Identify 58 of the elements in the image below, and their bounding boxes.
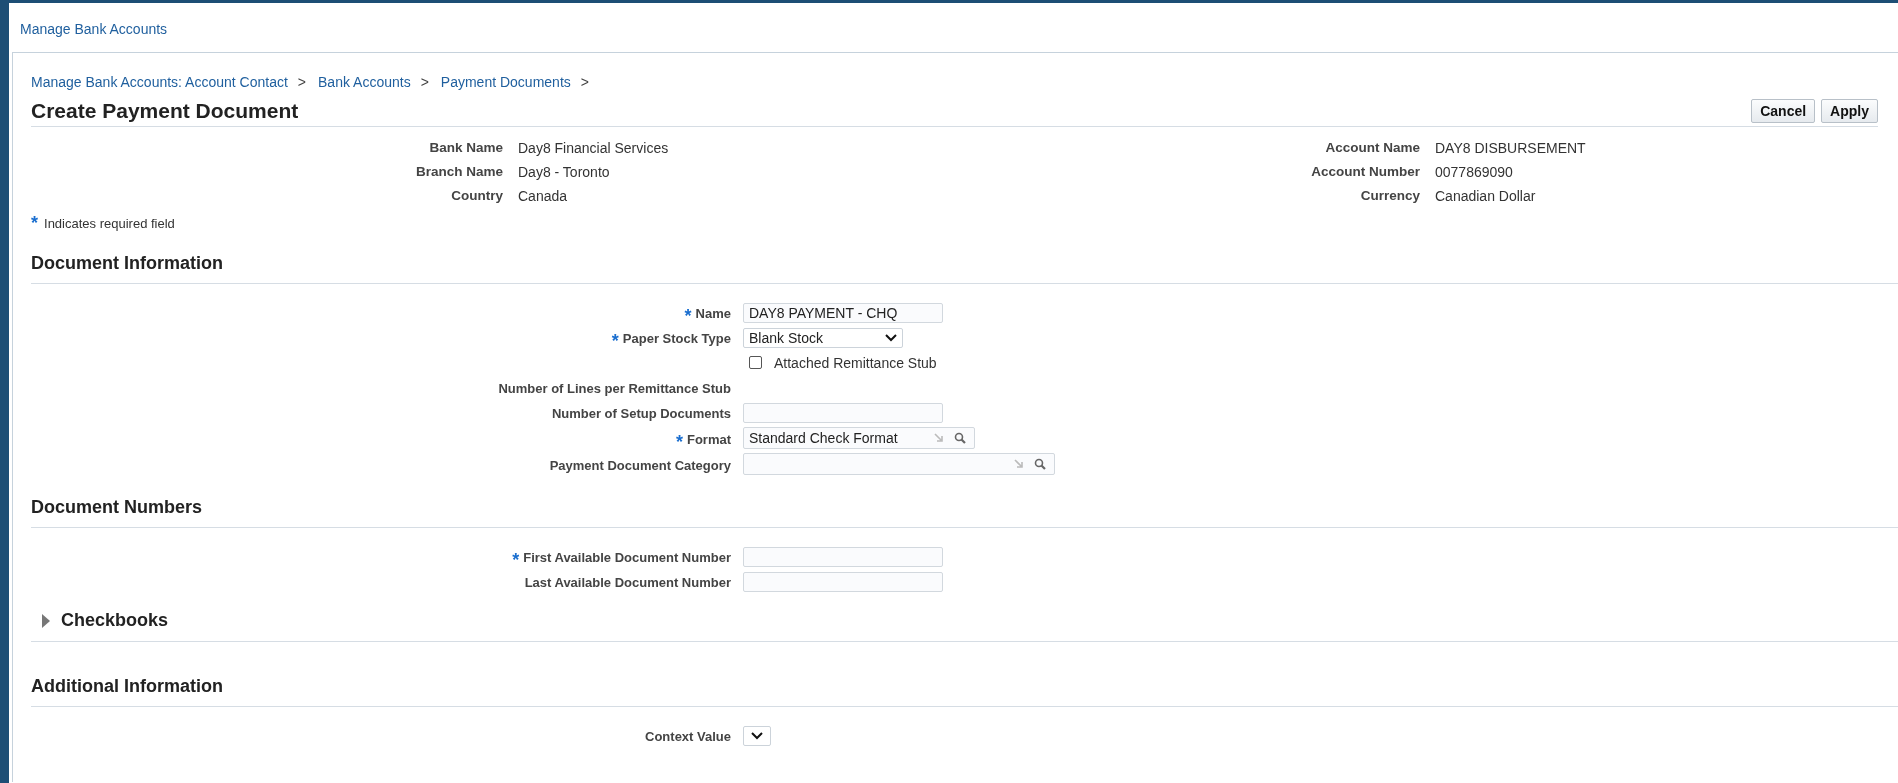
breadcrumb-separator: > [297, 74, 306, 90]
field-label: Context Value [645, 729, 731, 746]
arrow-icon [934, 433, 944, 443]
required-asterisk: * [675, 435, 683, 449]
text-field[interactable]: DAY8 PAYMENT - CHQ [743, 302, 943, 323]
section-heading: Document Information [31, 253, 224, 274]
section-heading: Additional Information [31, 676, 224, 697]
info-value: Canadian Dollar [1435, 188, 1537, 204]
info-label: Country [450, 188, 503, 204]
required-asterisk: * [31, 216, 38, 230]
expand-triangle-icon[interactable] [41, 613, 51, 628]
breadcrumb-separator: > [420, 74, 429, 90]
info-value: Day8 Financial Services [518, 140, 670, 156]
field-label: First Available Document Number [523, 550, 731, 567]
chevron-down-icon [751, 731, 763, 740]
info-label: Bank Name [428, 140, 503, 156]
required-asterisk: * [512, 553, 520, 567]
required-note: Indicates required field [44, 216, 175, 231]
field-label: Paper Stock Type [622, 331, 731, 348]
manage-bank-accounts-link[interactable]: Manage Bank Accounts [20, 20, 168, 37]
info-label: Account Name [1324, 140, 1420, 156]
field-label: Number of Lines per Remittance Stub [498, 381, 731, 398]
info-label: Currency [1359, 188, 1420, 204]
cancel-button[interactable]: Cancel [1751, 99, 1816, 123]
lookup-field[interactable] [743, 453, 1055, 475]
info-value: 0077869090 [1435, 164, 1514, 180]
breadcrumb-link[interactable]: Bank Accounts [318, 74, 411, 90]
required-asterisk: * [611, 334, 619, 348]
section-heading: Document Numbers [31, 497, 204, 518]
info-value: Canada [518, 188, 569, 204]
dropdown[interactable] [743, 725, 771, 746]
info-value: DAY8 DISBURSEMENT [1435, 140, 1587, 156]
lookup-field[interactable]: Standard Check Format [743, 427, 975, 449]
field-label: Payment Document Category [549, 458, 731, 475]
required-asterisk: * [684, 309, 692, 323]
dropdown[interactable]: Blank Stock [743, 327, 903, 348]
field-label: Name [695, 306, 731, 323]
text-field[interactable] [743, 571, 943, 592]
breadcrumb-separator: > [580, 74, 589, 90]
info-label: Account Number [1310, 164, 1420, 180]
search-icon[interactable] [954, 432, 966, 444]
text-field[interactable] [743, 546, 943, 567]
checkbox-label: Attached Remittance Stub [774, 354, 937, 371]
section-heading[interactable]: Checkbooks [61, 610, 169, 631]
page-title: Create Payment Document [31, 99, 299, 123]
search-icon[interactable] [1034, 458, 1046, 470]
arrow-icon [1014, 459, 1024, 469]
info-label: Branch Name [414, 164, 503, 180]
checkbox[interactable] [749, 356, 762, 369]
info-value: Day8 - Toronto [518, 164, 611, 180]
field-label: Number of Setup Documents [551, 406, 731, 423]
breadcrumb-link[interactable]: Manage Bank Accounts: Account Contact [31, 74, 288, 90]
field-label: Last Available Document Number [524, 575, 731, 592]
field-label: Format [686, 432, 731, 449]
apply-button[interactable]: Apply [1821, 99, 1878, 123]
chevron-down-icon [885, 333, 897, 342]
breadcrumb-link[interactable]: Payment Documents [440, 74, 571, 90]
text-field[interactable] [743, 402, 943, 423]
